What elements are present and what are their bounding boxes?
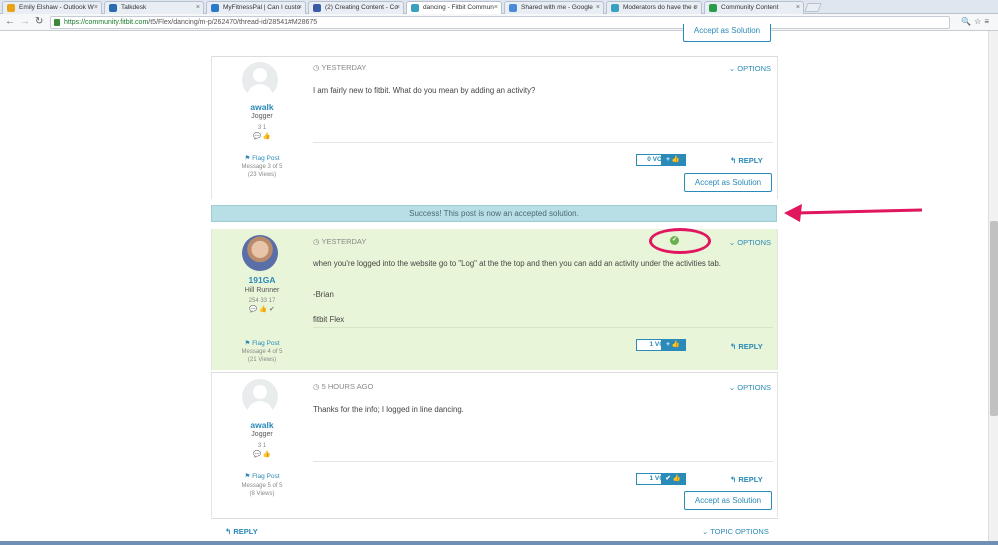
options-dropdown[interactable]: ⌄ OPTIONS: [729, 64, 771, 73]
post-divider: [313, 142, 773, 143]
default-avatar[interactable]: [242, 379, 278, 415]
post-body: Thanks for the info; I logged in line da…: [313, 405, 464, 414]
user-photo-avatar[interactable]: [242, 235, 278, 271]
flag-post-link[interactable]: ⚑ Flag Post: [212, 339, 312, 347]
default-avatar[interactable]: [242, 62, 278, 98]
site-x-icon: [313, 4, 321, 12]
close-icon[interactable]: ×: [298, 2, 302, 13]
post-timestamp: ◷ YESTERDAY: [313, 237, 367, 246]
reload-icon[interactable]: ↻: [35, 16, 43, 27]
user-stats: 254 33 17: [248, 298, 276, 304]
user-rank: Jogger: [251, 113, 273, 120]
outlook-icon: [7, 4, 15, 12]
fitbit-icon: [411, 4, 419, 12]
annotation-circle: [649, 228, 711, 254]
kudos-vote-box[interactable]: 1 VOTE+ 👍: [636, 339, 686, 351]
stats-icons: 💬 👍: [253, 133, 271, 140]
new-tab-button[interactable]: [804, 3, 822, 12]
post-body: I am fairly new to fitbit. What do you m…: [313, 86, 536, 95]
user-stats: 3 1: [257, 443, 267, 449]
browser-tab-moderators[interactable]: Moderators do have the c ×: [606, 1, 702, 14]
browser-nav-bar: ← → ↻ https://community.fitbit.com/t5/Fl…: [0, 14, 998, 31]
username-link[interactable]: awalk: [212, 420, 312, 430]
post-divider: [313, 461, 773, 462]
kudos-plus-thumb-icon[interactable]: + 👍: [661, 155, 685, 165]
stats-icons: 💬 👍: [253, 451, 271, 458]
reply-button[interactable]: ↰ REPLY: [730, 342, 763, 351]
close-icon[interactable]: ×: [94, 2, 98, 13]
user-rank: Jogger: [251, 431, 273, 438]
close-icon[interactable]: ×: [494, 2, 498, 13]
kudos-check-thumb-icon[interactable]: ✔ 👍: [661, 474, 685, 484]
success-banner: Success! This post is now an accepted so…: [211, 205, 777, 222]
post-separator: [211, 518, 778, 519]
accept-solution-button[interactable]: Accept as Solution: [684, 491, 772, 510]
sheets-icon: [709, 4, 717, 12]
post-signature-name: -Brian: [313, 290, 334, 299]
kudos-vote-box[interactable]: 0 VOTES+ 👍: [636, 154, 686, 166]
browser-tab-myfitnesspal[interactable]: MyFitnessPal | Can I custo ×: [206, 1, 306, 14]
username-link[interactable]: awalk: [212, 102, 312, 112]
message-info: Message 4 of 5 (21 Views): [241, 349, 283, 363]
browser-tab-outlook[interactable]: Emily Elshaw - Outlook W ×: [2, 1, 102, 14]
browser-tool-icons[interactable]: 🔍☆≡: [961, 17, 992, 26]
post-divider: [313, 327, 773, 328]
google-drive-icon: [509, 4, 517, 12]
browser-tab-community-content[interactable]: Community Content ×: [704, 1, 804, 14]
options-dropdown[interactable]: ⌄ OPTIONS: [729, 238, 771, 247]
post-timestamp: ◷ YESTERDAY: [313, 63, 367, 72]
myfitnesspal-icon: [211, 4, 219, 12]
kudos-vote-box[interactable]: 1 VOTE✔ 👍: [636, 473, 686, 485]
topic-options-dropdown[interactable]: ⌄ TOPIC OPTIONS: [702, 527, 769, 536]
browser-tab-bar: Emily Elshaw - Outlook W × Talkdesk × MyFi…: [0, 0, 998, 15]
close-icon[interactable]: ×: [196, 2, 200, 13]
forward-arrow-icon[interactable]: →: [20, 16, 30, 27]
scrollbar-thumb[interactable]: [990, 221, 998, 416]
close-icon[interactable]: ×: [396, 2, 400, 13]
browser-tab-google-drive[interactable]: Shared with me - Google ×: [504, 1, 604, 14]
options-dropdown[interactable]: ⌄ OPTIONS: [729, 383, 771, 392]
close-icon[interactable]: ×: [694, 2, 698, 13]
stats-icons: 💬 👍 ✔: [249, 306, 275, 313]
user-rank: Hill Runner: [244, 287, 280, 294]
accept-solution-button[interactable]: Accept as Solution: [684, 173, 772, 192]
post-signature-device: fitbit Flex: [313, 315, 345, 324]
post-body-line-1: when you're logged into the website go t…: [313, 259, 721, 268]
browser-tab-talkdesk[interactable]: Talkdesk ×: [104, 1, 204, 14]
reply-button[interactable]: ↰ REPLY: [730, 156, 763, 165]
os-taskbar: [0, 541, 998, 545]
post-timestamp: ◷ 5 HOURS AGO: [313, 382, 374, 391]
back-arrow-icon[interactable]: ←: [5, 16, 15, 27]
address-bar[interactable]: https://community.fitbit.com/t5/Flex/dan…: [50, 16, 950, 29]
message-info: Message 5 of 5 (8 Views): [241, 483, 283, 497]
fitbit-icon: [611, 4, 619, 12]
kudos-plus-thumb-icon[interactable]: + 👍: [661, 340, 685, 350]
accept-solution-button-previous[interactable]: Accept as Solution: [683, 24, 771, 42]
post-message-3: awalk Jogger 3 1 💬 👍 ⚑ Flag Post Message…: [211, 57, 778, 199]
flag-post-link[interactable]: ⚑ Flag Post: [212, 472, 312, 480]
post-message-5: awalk Jogger 3 1 💬 👍 ⚑ Flag Post Message…: [211, 373, 778, 517]
lock-icon: [54, 19, 60, 26]
annotation-arrow: [784, 204, 923, 222]
flag-post-link[interactable]: ⚑ Flag Post: [212, 154, 312, 162]
browser-tab-creating-content[interactable]: (2) Creating Content - Co ×: [308, 1, 404, 14]
username-link[interactable]: 191GA: [212, 275, 312, 285]
topic-reply-button[interactable]: ↰ REPLY: [225, 527, 258, 536]
close-icon[interactable]: ×: [796, 2, 800, 13]
user-stats: 3 1: [257, 125, 267, 131]
close-icon[interactable]: ×: [596, 2, 600, 13]
page-scrollbar[interactable]: [988, 31, 998, 541]
browser-tab-dancing[interactable]: dancing - Fitbit Commun ×: [406, 1, 502, 15]
message-info: Message 3 of 5 (23 Views): [241, 164, 283, 178]
talkdesk-icon: [109, 4, 117, 12]
reply-button[interactable]: ↰ REPLY: [730, 475, 763, 484]
